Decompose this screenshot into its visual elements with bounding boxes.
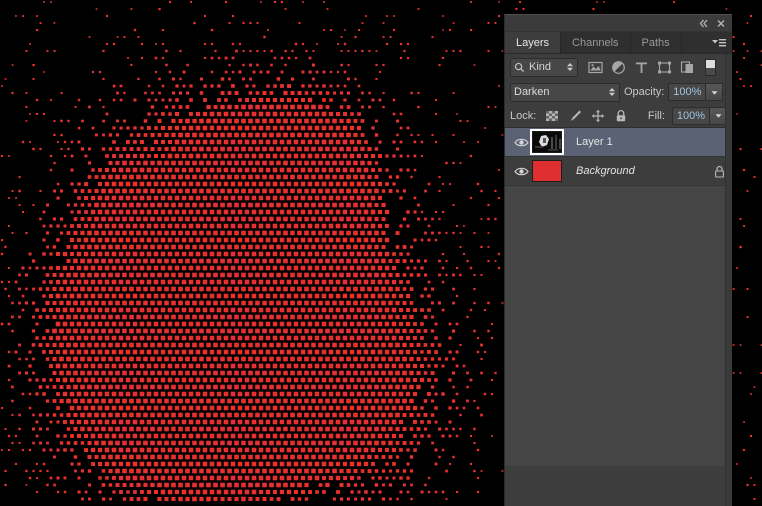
shape-layer-filter-icon[interactable] xyxy=(657,60,672,75)
tab-layers-label: Layers xyxy=(516,36,550,49)
layer-visibility-toggle[interactable] xyxy=(510,166,532,177)
opacity-input[interactable]: 100% xyxy=(668,83,707,101)
panel-scrollbar[interactable] xyxy=(725,54,732,506)
lock-transparent-pixels-icon[interactable] xyxy=(545,109,559,123)
layer-list-empty-area[interactable] xyxy=(505,186,732,466)
lock-image-pixels-icon[interactable] xyxy=(568,109,582,123)
type-layer-filter-icon[interactable] xyxy=(634,60,649,75)
layer-name[interactable]: Background xyxy=(570,165,711,177)
up-down-arrows-icon[interactable] xyxy=(608,86,616,98)
filter-enable-toggle-icon[interactable] xyxy=(705,58,716,76)
tab-paths[interactable]: Paths xyxy=(630,32,682,53)
layers-panel[interactable]: Layers Channels Paths Kind Darken Opacit… xyxy=(504,14,732,506)
tab-channels-label: Channels xyxy=(572,36,619,49)
image-thumbnail[interactable] xyxy=(530,129,564,155)
table-row[interactable]: Layer 1 xyxy=(505,128,732,157)
fill-control[interactable]: 100% xyxy=(672,106,727,125)
blend-mode-row[interactable]: Darken Opacity: 100% xyxy=(505,80,732,104)
close-icon[interactable] xyxy=(714,17,728,30)
lock-position-icon[interactable] xyxy=(591,109,605,123)
blend-mode-value: Darken xyxy=(514,86,550,98)
opacity-control[interactable]: 100% xyxy=(668,83,724,101)
blend-mode-select[interactable]: Darken xyxy=(510,82,620,102)
panel-tabs[interactable]: Layers Channels Paths xyxy=(505,32,732,54)
layer-thumbnail-cell[interactable] xyxy=(532,160,570,182)
filter-type-icons[interactable] xyxy=(588,60,695,75)
layer-name[interactable]: Layer 1 xyxy=(570,136,711,148)
chevron-down-icon xyxy=(711,90,718,95)
adjustment-layer-filter-icon[interactable] xyxy=(611,60,626,75)
tab-channels[interactable]: Channels xyxy=(561,32,631,53)
panel-menu-icon[interactable] xyxy=(711,36,727,50)
lock-icon xyxy=(714,165,724,178)
lock-all-icon[interactable] xyxy=(614,109,628,123)
layer-visibility-toggle[interactable] xyxy=(510,137,532,148)
lock-icons[interactable] xyxy=(545,109,628,123)
pixel-layer-filter-icon[interactable] xyxy=(588,60,603,75)
smart-object-filter-icon[interactable] xyxy=(680,60,695,75)
fill-label: Fill: xyxy=(647,109,665,122)
app-root: Layers Channels Paths Kind Darken Opacit… xyxy=(0,0,762,506)
collapse-to-icons-icon[interactable] xyxy=(696,17,710,30)
panel-titlebar xyxy=(505,15,732,32)
layer-list[interactable]: Layer 1 Background xyxy=(505,128,732,466)
eye-icon xyxy=(513,167,529,175)
layer-filter-row[interactable]: Kind xyxy=(505,54,732,80)
solid-red-thumbnail[interactable] xyxy=(532,160,562,182)
chevron-down-icon xyxy=(715,114,721,118)
lock-label: Lock: xyxy=(510,109,537,122)
filter-kind-label: Kind xyxy=(529,61,552,73)
search-icon xyxy=(514,62,525,72)
fill-input[interactable]: 100% xyxy=(672,106,710,125)
filter-kind-select[interactable]: Kind xyxy=(510,57,578,77)
tab-paths-label: Paths xyxy=(641,36,670,49)
lock-row[interactable]: Lock: Fill: 100% xyxy=(505,104,732,128)
table-row[interactable]: Background xyxy=(505,157,732,186)
opacity-label: Opacity: xyxy=(624,86,665,98)
tab-layers[interactable]: Layers xyxy=(505,32,562,53)
layer-thumbnail-cell[interactable] xyxy=(530,129,570,155)
eye-icon xyxy=(513,138,529,146)
opacity-dropdown-button[interactable] xyxy=(706,83,724,101)
up-down-arrows-icon[interactable] xyxy=(566,61,574,73)
